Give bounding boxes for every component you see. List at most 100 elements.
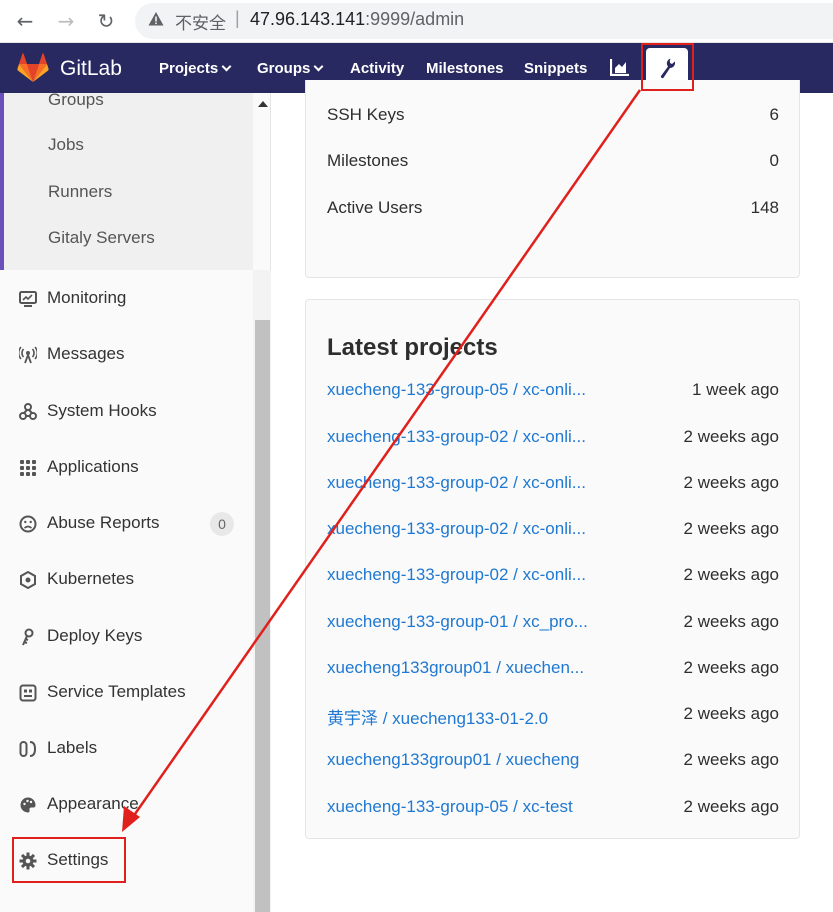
project-link[interactable]: xuecheng-133-group-05 / xc-test [327,797,573,817]
back-arrow-icon[interactable]: ← [11,7,39,35]
nav-projects[interactable]: Projects [159,60,232,77]
project-time: 2 weeks ago [683,750,779,769]
project-time: 2 weeks ago [683,612,779,631]
warning-icon[interactable] [148,11,164,27]
abuse-icon [19,515,37,533]
sidebar-subitem-groups[interactable]: Groups [48,90,104,110]
sidebar-item-monitoring[interactable]: Monitoring [0,276,253,322]
admin-highlight-box [641,43,694,91]
sidebar-item-label: Messages [47,344,125,363]
sidebar-subitem-gitaly-servers[interactable]: Gitaly Servers [48,228,155,248]
project-time: 1 week ago [692,380,779,399]
sidebar-item-system-hooks[interactable]: System Hooks [0,389,253,435]
chevron-down-icon [221,61,232,72]
project-time: 2 weeks ago [683,704,779,723]
sidebar-item-label: Abuse Reports [47,513,160,532]
project-link[interactable]: 黄宇泽 / xuecheng133-01-2.0 [327,704,548,729]
project-link[interactable]: xuecheng-133-group-02 / xc-onli... [327,427,586,447]
appearance-icon [20,797,36,813]
template-icon [19,684,37,702]
stat-value: 0 [769,151,779,170]
project-time: 2 weeks ago [683,565,779,584]
project-row: xuecheng-133-group-05 / xc-test 2 weeks a… [327,797,779,821]
stat-value: 148 [750,198,779,217]
sidebar-item-service-templates[interactable]: Service Templates [0,670,253,716]
project-row: xuecheng-133-group-02 / xc-onli... 2 week… [327,565,779,589]
sidebar-subitem-jobs[interactable]: Jobs [48,135,84,155]
url-text[interactable]: 47.96.143.141:9999/admin [250,9,464,30]
browser-toolbar: ← → ↻ 不安全 | 47.96.143.141:9999/admin [0,0,833,43]
chevron-down-icon [313,61,324,72]
statistics-card: SSH Keys 6 Milestones 0 Active Users 148 [305,80,800,278]
insecure-label: 不安全 [175,14,226,34]
sidebar-item-label: Service Templates [47,682,186,701]
address-bar[interactable] [135,3,833,39]
sidebar-item-abuse-reports[interactable]: Abuse Reports 0 [0,501,253,547]
gitlab-logo-icon[interactable] [17,53,49,83]
project-row: xuecheng-133-group-01 / xc_pro... 2 weeks… [327,612,779,636]
stat-ssh-keys: SSH Keys 6 [327,105,779,129]
project-row: xuecheng-133-group-02 / xc-onli... 2 week… [327,427,779,451]
broadcast-icon [19,346,37,364]
url-host: 47.96.143.141 [250,9,366,29]
brand-name[interactable]: GitLab [60,57,122,81]
project-time: 2 weeks ago [683,797,779,816]
project-link[interactable]: xuecheng-133-group-02 / xc-onli... [327,519,586,539]
nav-activity[interactable]: Activity [350,60,404,77]
nav-snippets[interactable]: Snippets [524,60,587,77]
project-row: 黄宇泽 / xuecheng133-01-2.0 2 weeks ago [327,704,779,728]
stat-label: SSH Keys [327,105,405,124]
stat-milestones: Milestones 0 [327,151,779,175]
key-icon [22,628,34,646]
sidebar-item-labels[interactable]: Labels [0,726,253,772]
sidebar-item-kubernetes[interactable]: Kubernetes [0,557,253,603]
project-row: xuecheng-133-group-02 / xc-onli... 2 week… [327,519,779,543]
project-time: 2 weeks ago [683,658,779,677]
project-row: xuecheng133group01 / xuechen... 2 weeks a… [327,658,779,682]
project-row: xuecheng133group01 / xuecheng 2 weeks ago [327,750,779,774]
hook-icon [19,403,37,420]
project-link[interactable]: xuecheng-133-group-01 / xc_pro... [327,612,588,632]
settings-highlight-box [12,837,126,883]
sidebar-item-label: System Hooks [47,401,157,420]
sidebar-item-label: Appearance [47,794,139,813]
labels-icon [19,741,37,757]
scroll-up-arrow-icon[interactable] [258,101,268,107]
project-link[interactable]: xuecheng133group01 / xuechen... [327,658,584,678]
nav-groups-label: Groups [257,60,311,77]
sidebar-subitem-runners[interactable]: Runners [48,182,112,202]
project-time: 2 weeks ago [683,519,779,538]
abuse-count-badge: 0 [210,512,234,536]
sidebar-item-appearance[interactable]: Appearance [0,782,253,828]
nav-projects-label: Projects [159,60,219,77]
url-separator: | [235,8,240,28]
stat-label: Active Users [327,198,423,217]
admin-sidebar: Groups Jobs Runners Gitaly Servers Monit… [0,90,271,912]
chart-icon[interactable] [610,58,630,76]
reload-icon[interactable]: ↻ [92,7,120,35]
project-time: 2 weeks ago [683,427,779,446]
kubernetes-icon [20,571,36,589]
project-link[interactable]: xuecheng-133-group-05 / xc-onli... [327,380,586,400]
sidebar-item-label: Labels [47,738,98,757]
sidebar-item-applications[interactable]: Applications [0,445,253,491]
stat-value: 6 [769,105,779,124]
project-link[interactable]: xuecheng-133-group-02 / xc-onli... [327,565,586,585]
nav-groups[interactable]: Groups [257,60,324,77]
nav-milestones[interactable]: Milestones [426,60,504,77]
project-link[interactable]: xuecheng133group01 / xuecheng [327,750,579,770]
url-path: :9999/admin [365,9,465,29]
latest-projects-title: Latest projects [327,334,498,361]
project-row: xuecheng-133-group-05 / xc-onli... 1 week… [327,380,779,404]
sidebar-item-deploy-keys[interactable]: Deploy Keys [0,614,253,660]
sidebar-item-messages[interactable]: Messages [0,332,253,378]
project-link[interactable]: xuecheng-133-group-02 / xc-onli... [327,473,586,493]
project-row: xuecheng-133-group-02 / xc-onli... 2 week… [327,473,779,497]
monitor-icon [19,291,37,307]
overview-submenu: Groups Jobs Runners Gitaly Servers [0,90,253,270]
scrollbar-thumb[interactable] [255,320,270,912]
project-time: 2 weeks ago [683,473,779,492]
forward-arrow-icon[interactable]: → [52,7,80,35]
screen: ← → ↻ 不安全 | 47.96.143.141:9999/admin Git… [0,0,833,912]
sidebar-item-label: Deploy Keys [47,626,143,645]
